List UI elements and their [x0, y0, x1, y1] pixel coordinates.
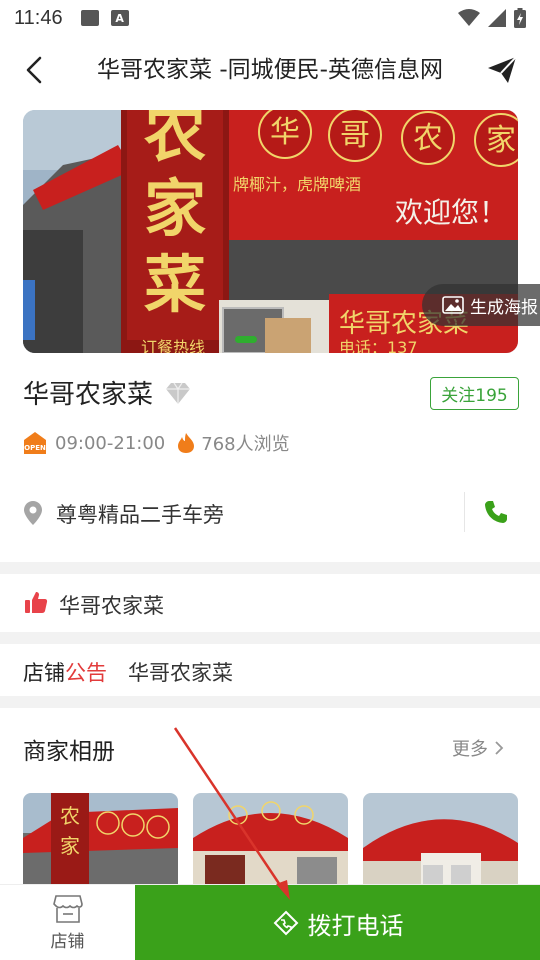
call-label: 拨打电话	[307, 911, 404, 940]
bottom-bar: 店铺 拨打电话	[0, 884, 540, 960]
battery-icon	[514, 8, 526, 28]
shop-name: 华哥农家菜	[23, 380, 154, 410]
sign-char-2: 家	[144, 172, 206, 245]
back-button[interactable]	[14, 50, 54, 90]
carousel-dot-active	[235, 336, 257, 343]
carousel-indicator	[235, 336, 257, 343]
generate-poster-button[interactable]: 生成海报	[422, 284, 540, 326]
address-divider	[464, 492, 465, 532]
section-divider	[0, 562, 540, 574]
sign-top-char-4: 家	[486, 123, 516, 158]
album-photo-1[interactable]: 农家	[23, 793, 178, 893]
wifi-icon	[458, 9, 480, 26]
notice-label-store: 店铺	[23, 661, 65, 685]
fire-icon	[178, 433, 195, 453]
address-text: 尊粤精品二手车旁	[56, 503, 224, 527]
call-icon	[273, 910, 298, 936]
gallery-notification-icon	[80, 10, 99, 26]
call-button[interactable]: 拨打电话	[135, 885, 540, 960]
app-header: 华哥农家菜 -同城便民-英德信息网	[0, 36, 540, 104]
chevron-right-icon	[495, 741, 504, 755]
phone-icon	[485, 501, 507, 523]
sign-char-1: 农	[144, 110, 206, 170]
opening-hours: 09:00-21:00	[55, 432, 166, 454]
notice-label-announce: 公告	[65, 661, 107, 685]
like-text: 华哥农家菜	[59, 594, 164, 618]
more-label: 更多	[452, 739, 488, 760]
status-time: 11:46	[14, 6, 63, 29]
sign-top-char-3: 农	[413, 121, 443, 156]
open-badge-text: OPEN	[24, 444, 46, 452]
store-icon	[52, 894, 83, 923]
sign-slogan: 牌椰汁，虎牌啤酒	[233, 175, 361, 194]
album-more-link[interactable]: 更多	[452, 735, 504, 761]
page-title: 华哥农家菜 -同城便民-英德信息网	[97, 57, 443, 83]
status-bar: 11:46 A	[0, 0, 540, 36]
open-icon: OPEN	[24, 432, 46, 454]
view-count: 768人浏览	[201, 434, 290, 455]
store-tab[interactable]: 店铺	[0, 885, 135, 960]
call-phone-icon-button[interactable]	[478, 494, 514, 530]
pin-icon	[24, 501, 42, 525]
diamond-icon	[166, 382, 190, 404]
shop-meta: OPEN 09:00-21:00 768人浏览	[23, 430, 290, 456]
album-title: 商家相册	[23, 739, 115, 765]
poster-label: 生成海报	[470, 297, 538, 318]
section-divider	[0, 696, 540, 708]
album-photo-2[interactable]	[193, 793, 348, 893]
like-row: 华哥农家菜	[0, 576, 540, 632]
album-photo-3[interactable]	[363, 793, 518, 893]
thumbs-up-icon	[25, 592, 48, 613]
share-button[interactable]	[482, 50, 522, 90]
notice-row: 店铺公告 华哥农家菜	[0, 644, 540, 696]
image-icon	[442, 296, 464, 314]
svg-text:家: 家	[60, 834, 80, 858]
follow-button[interactable]: 关注195	[430, 377, 519, 410]
svg-text:农: 农	[60, 804, 80, 828]
address-row[interactable]: 尊粤精品二手车旁	[0, 480, 540, 544]
section-divider	[0, 632, 540, 644]
notice-label: 店铺公告	[23, 657, 107, 687]
sign-welcome: 欢迎您！	[395, 196, 507, 229]
signal-icon	[488, 9, 506, 27]
sign-phone-text: 电话：137	[339, 338, 418, 353]
back-icon	[26, 56, 42, 84]
share-icon	[488, 56, 517, 83]
a-notification-icon: A	[110, 10, 129, 26]
store-label: 店铺	[50, 931, 85, 952]
notice-text: 华哥农家菜	[128, 661, 233, 685]
sign-order-line: 订餐热线	[141, 338, 205, 353]
sign-top-char-1: 华	[270, 115, 300, 150]
sign-top-char-2: 哥	[340, 118, 370, 153]
sign-char-3: 菜	[144, 248, 206, 321]
